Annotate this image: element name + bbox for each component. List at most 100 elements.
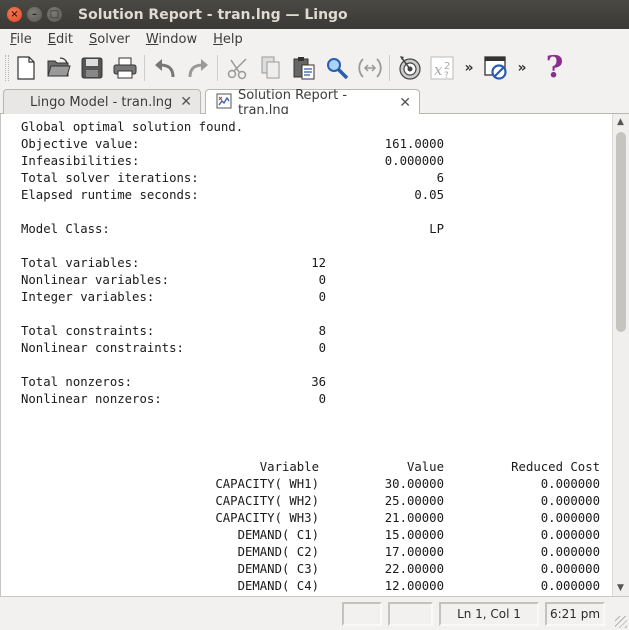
stat-value: 0 bbox=[318, 341, 326, 355]
svg-text:x: x bbox=[434, 61, 443, 79]
copy-button[interactable] bbox=[254, 52, 287, 84]
undo-icon bbox=[154, 59, 174, 78]
table-row: CAPACITY( WH1) 30.00000 0.000000 bbox=[21, 476, 611, 493]
summary-line: Infeasibilities: 0.000000 bbox=[21, 153, 611, 170]
tab-label: Lingo Model - tran.lng bbox=[30, 94, 173, 110]
summary-value: 6 bbox=[436, 171, 444, 185]
table-header: Variable Value Reduced Cost bbox=[21, 459, 611, 476]
stat-value: 0 bbox=[318, 273, 326, 287]
options-icon: x 2? bbox=[430, 56, 453, 80]
resize-grip[interactable] bbox=[615, 616, 627, 628]
help-button[interactable]: ? bbox=[538, 52, 571, 84]
stat-label: Total variables: bbox=[21, 256, 140, 270]
variable-name: DEMAND( C2) bbox=[237, 545, 319, 559]
toolbar: x 2? » » ? bbox=[0, 49, 629, 87]
menu-file[interactable]: File bbox=[0, 32, 38, 47]
menu-help[interactable]: Help bbox=[203, 32, 249, 47]
undo-button[interactable] bbox=[148, 52, 181, 84]
status-cell-2 bbox=[388, 602, 433, 626]
menu-label: olver bbox=[97, 31, 130, 47]
menu-mnemonic: S bbox=[88, 31, 98, 47]
close-all-button[interactable] bbox=[479, 52, 512, 84]
find-icon bbox=[326, 58, 348, 80]
match-parenthesis-button[interactable] bbox=[353, 52, 386, 84]
column-header-reduced-cost: Reduced Cost bbox=[511, 460, 600, 474]
paste-icon bbox=[293, 57, 314, 80]
copy-icon bbox=[261, 56, 279, 79]
summary-line: Objective value: 161.0000 bbox=[21, 136, 611, 153]
scroll-down-arrow-icon[interactable]: ▼ bbox=[617, 583, 624, 593]
summary-label: Elapsed runtime seconds: bbox=[21, 188, 199, 202]
menu-edit[interactable]: Edit bbox=[38, 32, 79, 47]
status-bar: Ln 1, Col 1 6:21 pm bbox=[0, 596, 629, 630]
stat-label: Nonlinear nonzeros: bbox=[21, 392, 162, 406]
scroll-thumb[interactable] bbox=[616, 132, 626, 332]
menu-label: indow bbox=[158, 31, 198, 47]
nonzeros-line: Total nonzeros: 36 bbox=[21, 374, 611, 391]
model-class-value: LP bbox=[429, 222, 444, 236]
cut-button[interactable] bbox=[221, 52, 254, 84]
toolbar-overflow-button[interactable]: » bbox=[459, 60, 479, 76]
menu-solver[interactable]: Solver bbox=[79, 32, 136, 47]
variable-value: 21.00000 bbox=[384, 511, 444, 525]
status-message: Global optimal solution found. bbox=[21, 120, 244, 134]
window-maximize-button[interactable]: □ bbox=[47, 7, 62, 22]
tab-label: Solution Report - tran.lng bbox=[238, 87, 348, 118]
summary-value: 0.000000 bbox=[384, 154, 444, 168]
reduced-cost: 0.000000 bbox=[540, 494, 600, 508]
stat-label: Nonlinear variables: bbox=[21, 273, 170, 287]
summary-label: Total solver iterations: bbox=[21, 171, 199, 185]
find-button[interactable] bbox=[320, 52, 353, 84]
variables-line: Nonlinear variables: 0 bbox=[21, 272, 611, 289]
tab-close-icon[interactable]: ✕ bbox=[180, 94, 192, 110]
toolbar-overflow-button-2[interactable]: » bbox=[512, 60, 532, 76]
match-parenthesis-icon bbox=[357, 58, 382, 78]
solve-target-icon bbox=[398, 56, 421, 80]
stat-value: 0 bbox=[318, 392, 326, 406]
options-button[interactable]: x 2? bbox=[426, 52, 459, 84]
maximize-icon: □ bbox=[49, 8, 60, 20]
open-folder-icon bbox=[46, 57, 71, 77]
svg-text:?: ? bbox=[444, 71, 449, 80]
print-button[interactable] bbox=[108, 52, 141, 84]
stat-label: Integer variables: bbox=[21, 290, 155, 304]
report-text: Global optimal solution found. Objective … bbox=[21, 119, 611, 595]
title-bar: × – □ Solution Report - tran.lng — Lingo bbox=[0, 0, 629, 29]
paste-button[interactable] bbox=[287, 52, 320, 84]
tab-bar: Lingo Model - tran.lng ✕ Solution Report… bbox=[0, 87, 629, 118]
report-document-icon bbox=[216, 93, 232, 113]
stat-value: 8 bbox=[318, 324, 326, 338]
stat-value: 36 bbox=[311, 375, 326, 389]
new-file-button[interactable] bbox=[9, 52, 42, 84]
cut-icon bbox=[227, 58, 247, 80]
save-button[interactable] bbox=[75, 52, 108, 84]
menu-window[interactable]: Window bbox=[136, 32, 203, 47]
redo-button[interactable] bbox=[181, 52, 214, 84]
scroll-up-arrow-icon[interactable]: ▲ bbox=[617, 117, 624, 127]
table-row: CAPACITY( WH3) 21.00000 0.000000 bbox=[21, 510, 611, 527]
summary-line: Elapsed runtime seconds: 0.05 bbox=[21, 187, 611, 204]
stat-label: Nonlinear constraints: bbox=[21, 341, 184, 355]
column-header-variable: Variable bbox=[259, 460, 319, 474]
tab-lingo-model[interactable]: Lingo Model - tran.lng ✕ bbox=[3, 89, 201, 114]
toolbar-separator bbox=[217, 55, 218, 81]
stat-label: Total constraints: bbox=[21, 324, 155, 338]
nonzeros-line: Nonlinear nonzeros: 0 bbox=[21, 391, 611, 408]
tab-solution-report[interactable]: Solution Report - tran.lng ✕ bbox=[205, 87, 420, 118]
constraints-line: Total constraints: 8 bbox=[21, 323, 611, 340]
menu-mnemonic: H bbox=[213, 31, 223, 47]
solve-button[interactable] bbox=[393, 52, 426, 84]
window-minimize-button[interactable]: – bbox=[27, 7, 42, 22]
table-row: DEMAND( C2) 17.00000 0.000000 bbox=[21, 544, 611, 561]
redo-icon bbox=[188, 59, 208, 78]
help-icon: ? bbox=[545, 50, 564, 85]
solution-report-pane[interactable]: Global optimal solution found. Objective … bbox=[0, 114, 629, 596]
reduced-cost: 0.000000 bbox=[540, 545, 600, 559]
summary-label: Infeasibilities: bbox=[21, 154, 140, 168]
vertical-scrollbar[interactable]: ▲ ▼ bbox=[612, 114, 629, 596]
tab-close-icon[interactable]: ✕ bbox=[399, 95, 411, 111]
open-button[interactable] bbox=[42, 52, 75, 84]
window-close-button[interactable]: × bbox=[7, 7, 22, 22]
